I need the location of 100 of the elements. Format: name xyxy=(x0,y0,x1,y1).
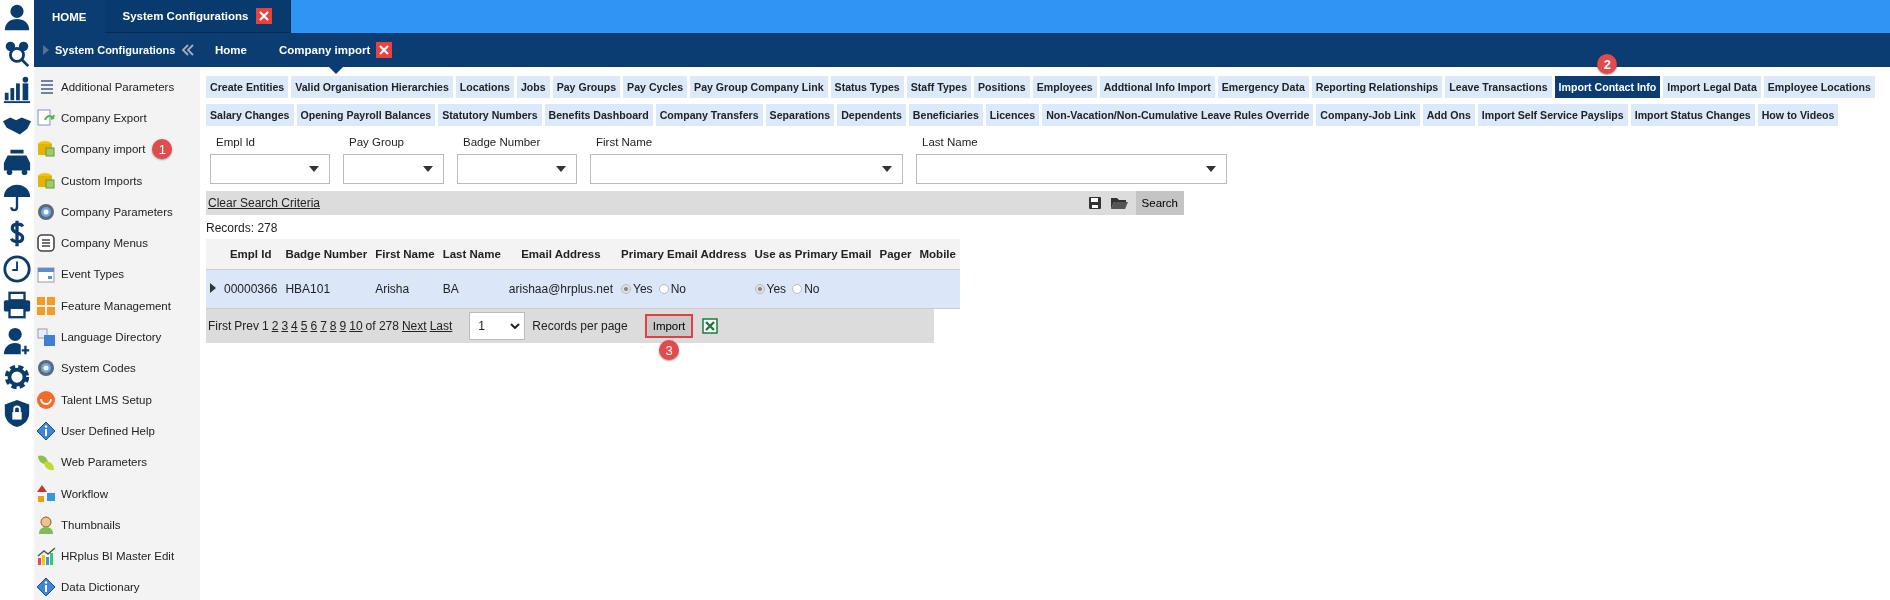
sidebar-item[interactable]: Language Directory xyxy=(34,321,200,353)
user-icon[interactable] xyxy=(2,2,32,32)
tab[interactable]: Addtional Info Import xyxy=(1099,76,1215,98)
page-link[interactable]: 10 xyxy=(349,319,363,333)
search-button[interactable]: Search xyxy=(1135,191,1184,215)
sidebar-item[interactable]: Thumbnails xyxy=(34,509,200,541)
tab[interactable]: Statutory Numbers xyxy=(438,104,542,126)
tab[interactable]: How to Videos xyxy=(1757,104,1839,126)
tab[interactable]: Create Entities xyxy=(206,76,289,98)
tab[interactable]: Pay Group Company Link xyxy=(690,76,828,98)
next-link[interactable]: Next xyxy=(401,319,427,333)
page-link[interactable]: 4 xyxy=(291,319,298,333)
folder-icon[interactable] xyxy=(1109,196,1128,210)
sidebar-item[interactable]: System Codes xyxy=(34,352,200,384)
shield-lock-icon[interactable] xyxy=(2,398,32,428)
sidebar-item[interactable]: Company Menus xyxy=(34,227,200,259)
tab[interactable]: Company-Job Link xyxy=(1316,104,1420,126)
sidebar-item[interactable]: Web Parameters xyxy=(34,446,200,478)
shapes-icon xyxy=(36,483,56,504)
clock-icon[interactable] xyxy=(2,254,32,284)
sidebar-item[interactable]: Additional Parameters xyxy=(34,71,200,103)
tab[interactable]: Dependents xyxy=(837,104,906,126)
tab[interactable]: Licences xyxy=(985,104,1040,126)
tab[interactable]: Salary Changes xyxy=(206,104,294,126)
tab[interactable]: Benefits Dashboard xyxy=(544,104,653,126)
sidebar-item[interactable]: HRplus BI Master Edit xyxy=(34,540,200,572)
sidebar-item[interactable]: Talent LMS Setup xyxy=(34,383,200,416)
sidebar-item[interactable]: Company Export xyxy=(34,102,200,134)
last-link[interactable]: Last xyxy=(429,319,453,333)
tab[interactable]: Status Types xyxy=(830,76,904,98)
excel-icon[interactable] xyxy=(702,318,719,334)
breadcrumb-tab[interactable]: Home xyxy=(199,33,263,67)
dropdown-field[interactable] xyxy=(210,154,330,184)
filter-label: Pay Group xyxy=(348,136,405,148)
tab[interactable]: Beneficiaries xyxy=(908,104,983,126)
database-icon xyxy=(36,170,56,191)
tab[interactable]: Employees xyxy=(1032,76,1097,98)
collapse-icon[interactable] xyxy=(181,43,196,57)
page-link[interactable]: 8 xyxy=(329,319,337,333)
expand-icon[interactable] xyxy=(210,283,216,293)
import-button[interactable]: Import xyxy=(644,314,694,338)
tab[interactable]: Pay Cycles xyxy=(623,76,688,98)
tab[interactable]: Import Legal Data xyxy=(1663,76,1761,98)
radio-label: No xyxy=(804,282,820,296)
sidebar-item[interactable]: Event Types xyxy=(34,258,200,291)
printer-icon[interactable] xyxy=(2,290,32,320)
sidebar-item[interactable]: User Defined Help xyxy=(34,415,200,447)
column-header: Pager xyxy=(875,239,916,270)
page-link[interactable]: 2 xyxy=(271,319,279,333)
tab[interactable]: Opening Payroll Balances xyxy=(296,104,436,126)
dropdown-field[interactable] xyxy=(916,154,1227,184)
save-icon[interactable] xyxy=(1087,196,1102,210)
step-badge: 1 xyxy=(152,139,173,160)
settings-icon[interactable] xyxy=(2,362,32,392)
table-cell: BA xyxy=(438,269,505,309)
tab[interactable]: Import Status Changes xyxy=(1630,104,1755,126)
dropdown-field[interactable] xyxy=(590,154,903,184)
page-link[interactable]: 5 xyxy=(300,319,308,333)
dropdown-field[interactable] xyxy=(343,154,444,184)
top-tab[interactable]: System Configurations xyxy=(104,0,292,33)
dropdown-field[interactable] xyxy=(457,154,577,184)
sidebar-item[interactable]: Feature Management xyxy=(34,290,200,322)
tab[interactable]: Separations xyxy=(765,104,835,126)
add-user-icon[interactable] xyxy=(2,326,32,356)
tab[interactable]: Pay Groups xyxy=(552,76,621,98)
tab[interactable]: Positions xyxy=(974,76,1030,98)
per-page-dropdown[interactable]: 1 xyxy=(469,312,526,340)
current-page: 1 xyxy=(262,319,269,333)
pager-first: First xyxy=(208,319,232,333)
tab[interactable]: Valid Organisation Hierarchies xyxy=(291,76,453,98)
tab[interactable]: Emergency Data xyxy=(1217,76,1309,98)
tab[interactable]: Staff Types xyxy=(906,76,972,98)
tab[interactable]: Add Ons xyxy=(1422,104,1475,126)
tab[interactable]: Company Transfers xyxy=(655,104,763,126)
sidebar-item[interactable]: Custom Imports xyxy=(34,164,200,197)
caret-icon xyxy=(43,45,49,55)
sidebar-item[interactable]: Workflow xyxy=(34,477,200,510)
sidebar-item[interactable]: Data Dictionary xyxy=(34,571,200,600)
page-link[interactable]: 9 xyxy=(339,319,347,333)
umbrella-icon[interactable] xyxy=(2,182,32,212)
page-link[interactable]: 3 xyxy=(281,319,289,333)
page-link[interactable]: 7 xyxy=(320,319,327,333)
sidebar-item[interactable]: Company Parameters xyxy=(34,196,200,228)
clear-search-link[interactable]: Clear Search Criteria xyxy=(208,196,321,210)
tab[interactable]: Non-Vacation/Non-Cumulative Leave Rules Override xyxy=(1042,104,1314,126)
tab[interactable]: Import Self Service Payslips xyxy=(1477,104,1628,126)
page-link[interactable]: 6 xyxy=(310,319,318,333)
close-icon[interactable] xyxy=(376,42,393,58)
tab[interactable]: Leave Transactions xyxy=(1445,76,1552,98)
column-header: Primary Email Address xyxy=(617,239,751,270)
tab[interactable]: Reporting Relationships xyxy=(1311,76,1443,98)
close-icon[interactable] xyxy=(256,8,273,24)
column-header: Mobile xyxy=(915,239,960,270)
chart-icon[interactable] xyxy=(2,74,32,104)
step-badge: 2 xyxy=(1597,54,1618,74)
tab[interactable]: Locations xyxy=(455,76,514,98)
tab[interactable]: Jobs xyxy=(516,76,550,98)
sidebar-item[interactable]: Company import 1 xyxy=(34,133,200,165)
tab[interactable]: Employee Locations xyxy=(1763,76,1875,98)
table-cell: 00000366 xyxy=(220,269,282,309)
